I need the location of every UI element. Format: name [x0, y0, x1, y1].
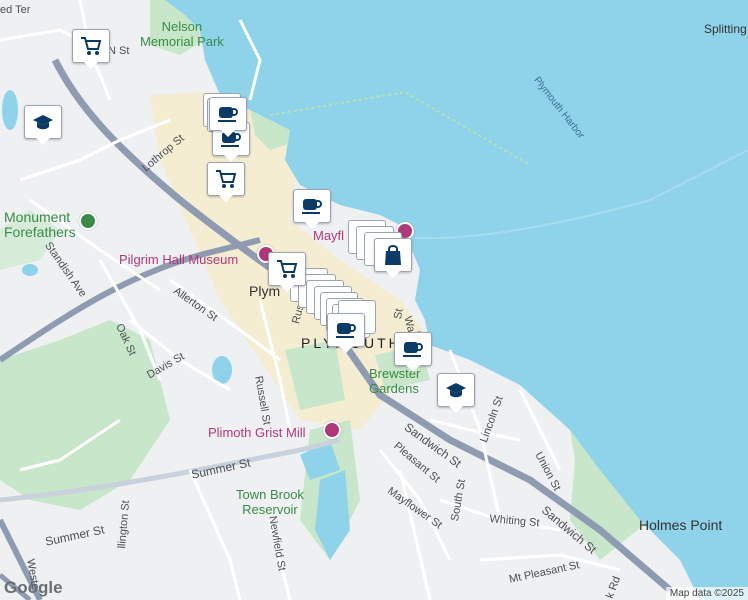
shopping-cart-marker[interactable] — [72, 29, 110, 69]
school-icon — [33, 115, 53, 130]
cafe-marker[interactable] — [394, 332, 432, 372]
shopping-cart-icon — [277, 260, 298, 278]
school-marker[interactable] — [437, 373, 475, 413]
coffee-cup-icon — [403, 342, 423, 357]
shopping-bag-icon — [385, 245, 401, 265]
shopping-cart-icon — [216, 170, 237, 188]
cafe-marker[interactable] — [209, 97, 247, 137]
shopping-cart-marker[interactable] — [207, 162, 245, 202]
shopping-cart-icon — [81, 37, 102, 55]
map-attribution[interactable]: Map data ©2025 — [665, 587, 748, 600]
school-marker[interactable] — [24, 105, 62, 145]
coffee-cup-icon — [336, 323, 356, 338]
grist-mill-pin-icon[interactable] — [323, 421, 341, 439]
shopping-bag-marker[interactable] — [374, 238, 412, 278]
map-canvas[interactable]: Nelson Memorial Park Monument Forefather… — [0, 0, 748, 600]
monument-pin-icon[interactable] — [79, 212, 97, 230]
coffee-cup-icon — [302, 199, 322, 214]
cafe-marker[interactable] — [327, 313, 365, 353]
shopping-cart-marker[interactable] — [268, 252, 306, 292]
school-icon — [446, 383, 466, 398]
cafe-marker[interactable] — [293, 189, 331, 229]
google-logo: Google — [4, 578, 63, 597]
coffee-cup-icon — [218, 107, 238, 122]
